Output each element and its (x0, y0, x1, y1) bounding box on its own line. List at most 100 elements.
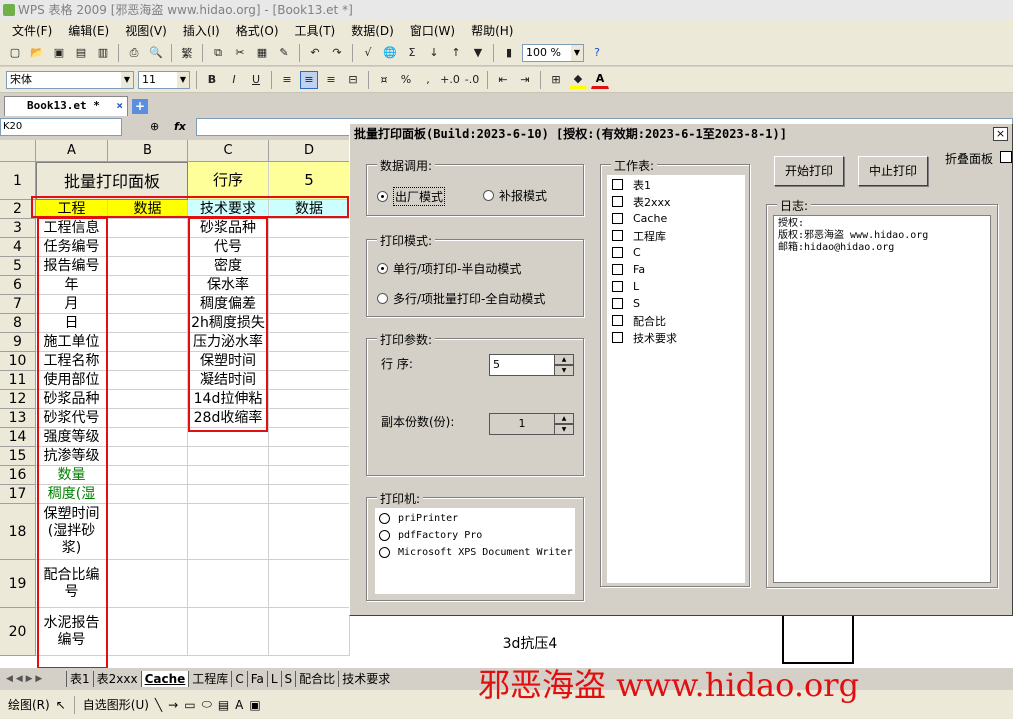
cell-a16[interactable]: 数量 (36, 466, 108, 485)
print-icon[interactable]: ⎙ (125, 44, 143, 62)
menu-view[interactable]: 视图(V) (117, 22, 175, 39)
worksheet-checkbox[interactable]: 表2xxx (607, 193, 745, 210)
stop-print-button[interactable]: 中止打印 (858, 156, 928, 186)
cell-c17[interactable] (188, 485, 269, 504)
italic-button[interactable]: I (225, 71, 243, 89)
worksheet-checkbox[interactable]: L (607, 278, 745, 295)
font-size-combo[interactable]: 11 ▼ (138, 70, 190, 89)
cell-d18[interactable] (269, 504, 350, 560)
cell-c4[interactable]: 代号 (188, 238, 269, 257)
batch-print-radio[interactable]: 多行/项批量打印-全自动模式 (377, 290, 545, 307)
cell-d10[interactable] (269, 352, 350, 371)
cell-c18[interactable] (188, 504, 269, 560)
zoom-combo[interactable]: 100 % ▼ (522, 43, 584, 62)
sheet-tab[interactable]: 表1 (66, 671, 93, 687)
cell-d3[interactable] (269, 219, 350, 238)
cell-a1[interactable]: 批量打印面板 (36, 162, 188, 200)
cell-d17[interactable] (269, 485, 350, 504)
menu-edit[interactable]: 编辑(E) (60, 22, 117, 39)
arrow-icon[interactable]: → (168, 698, 178, 712)
row-header-1[interactable]: 1 (0, 162, 36, 200)
row-header-4[interactable]: 4 (0, 238, 36, 257)
cell-c20[interactable] (188, 608, 269, 656)
document-tab[interactable]: Book13.et * × (4, 96, 128, 116)
row-header-14[interactable]: 14 (0, 428, 36, 447)
cell-a9[interactable]: 施工单位 (36, 333, 108, 352)
cell-b14[interactable] (108, 428, 188, 447)
underline-button[interactable]: U (247, 71, 265, 89)
wordart-icon[interactable]: A (235, 698, 243, 712)
row-header-5[interactable]: 5 (0, 257, 36, 276)
cell-b10[interactable] (108, 352, 188, 371)
worksheet-checkbox[interactable]: 技术要求 (607, 329, 745, 346)
textbox-icon[interactable]: ▤ (218, 698, 229, 712)
sheet-tab[interactable]: S (280, 671, 296, 687)
sheet-tab-active[interactable]: Cache (140, 671, 189, 687)
spin-up-icon[interactable]: ▲ (554, 413, 574, 424)
function-icon[interactable]: fx (174, 120, 186, 133)
column-header-a[interactable]: A (36, 140, 108, 162)
row-header-9[interactable]: 9 (0, 333, 36, 352)
cell-d1[interactable]: 5 (269, 162, 350, 200)
cell-d16[interactable] (269, 466, 350, 485)
cell-b8[interactable] (108, 314, 188, 333)
cell-a7[interactable]: 月 (36, 295, 108, 314)
cell-d20[interactable] (269, 608, 350, 656)
worksheet-checkbox[interactable]: 配合比 (607, 312, 745, 329)
cell-a14[interactable]: 强度等级 (36, 428, 108, 447)
add-tab-icon[interactable]: + (132, 99, 148, 114)
insert-function-icon[interactable]: √ (359, 44, 377, 62)
select-pointer-icon[interactable]: ↖ (56, 698, 66, 712)
sheet-tab[interactable]: L (266, 671, 281, 687)
log-text-area[interactable]: 授权: 版权:邪恶海盗 www.hidao.org 邮箱:hidao@hidao… (773, 215, 991, 583)
cell-b20[interactable] (108, 608, 188, 656)
decrease-decimal-icon[interactable]: -.0 (463, 71, 481, 89)
sum-icon[interactable]: Σ (403, 44, 421, 62)
menu-help[interactable]: 帮助(H) (463, 22, 521, 39)
row-order-spinner[interactable]: 5 ▲ ▼ (489, 354, 574, 376)
draw-menu-button[interactable]: 绘图(R) (8, 696, 50, 713)
cell-b19[interactable] (108, 560, 188, 608)
worksheet-checkbox[interactable]: Fa (607, 261, 745, 278)
row-header-15[interactable]: 15 (0, 447, 36, 466)
copy-icon[interactable]: ⧉ (209, 44, 227, 62)
increase-decimal-icon[interactable]: +.0 (440, 71, 460, 89)
cell-d4[interactable] (269, 238, 350, 257)
column-header-c[interactable]: C (188, 140, 269, 162)
dialog-title-bar[interactable]: 批量打印面板(Build:2023-6-10) [授权:(有效期:2023-6-… (350, 124, 1012, 144)
save-icon[interactable]: ▣ (50, 44, 68, 62)
align-right-icon[interactable]: ≡ (322, 71, 340, 89)
row-header-7[interactable]: 7 (0, 295, 36, 314)
cell-b16[interactable] (108, 466, 188, 485)
cell-b15[interactable] (108, 447, 188, 466)
hyperlink-icon[interactable]: 🌐 (381, 44, 399, 62)
cell-b9[interactable] (108, 333, 188, 352)
cell-c15[interactable] (188, 447, 269, 466)
spin-down-icon[interactable]: ▼ (554, 424, 574, 435)
cell-c5[interactable]: 密度 (188, 257, 269, 276)
increase-indent-icon[interactable]: ⇥ (516, 71, 534, 89)
cell-d2[interactable]: 数据 (269, 200, 350, 219)
paste-icon[interactable]: ▦ (253, 44, 271, 62)
cell-a17[interactable]: 稠度(湿 (36, 485, 108, 504)
row-header-13[interactable]: 13 (0, 409, 36, 428)
cell-c12[interactable]: 14d拉伸粘 (188, 390, 269, 409)
cell-c11[interactable]: 凝结时间 (188, 371, 269, 390)
cell-c6[interactable]: 保水率 (188, 276, 269, 295)
cell-a12[interactable]: 砂浆品种 (36, 390, 108, 409)
sheet-tab[interactable]: 表2xxx (92, 671, 141, 687)
cell-d8[interactable] (269, 314, 350, 333)
cell-b12[interactable] (108, 390, 188, 409)
row-header-19[interactable]: 19 (0, 560, 36, 608)
cell-c16[interactable] (188, 466, 269, 485)
cell-c3[interactable]: 砂浆品种 (188, 219, 269, 238)
cell-a20[interactable]: 水泥报告 编号 (36, 608, 108, 656)
select-all-corner[interactable] (0, 140, 36, 162)
column-header-d[interactable]: D (269, 140, 350, 162)
cell-b7[interactable] (108, 295, 188, 314)
cell-b17[interactable] (108, 485, 188, 504)
printer-item[interactable]: Microsoft XPS Document Writer (375, 544, 575, 561)
copies-spinner[interactable]: 1 ▲ ▼ (489, 413, 574, 435)
supplement-mode-radio[interactable]: 补报模式 (483, 187, 547, 204)
menu-window[interactable]: 窗口(W) (402, 22, 463, 39)
